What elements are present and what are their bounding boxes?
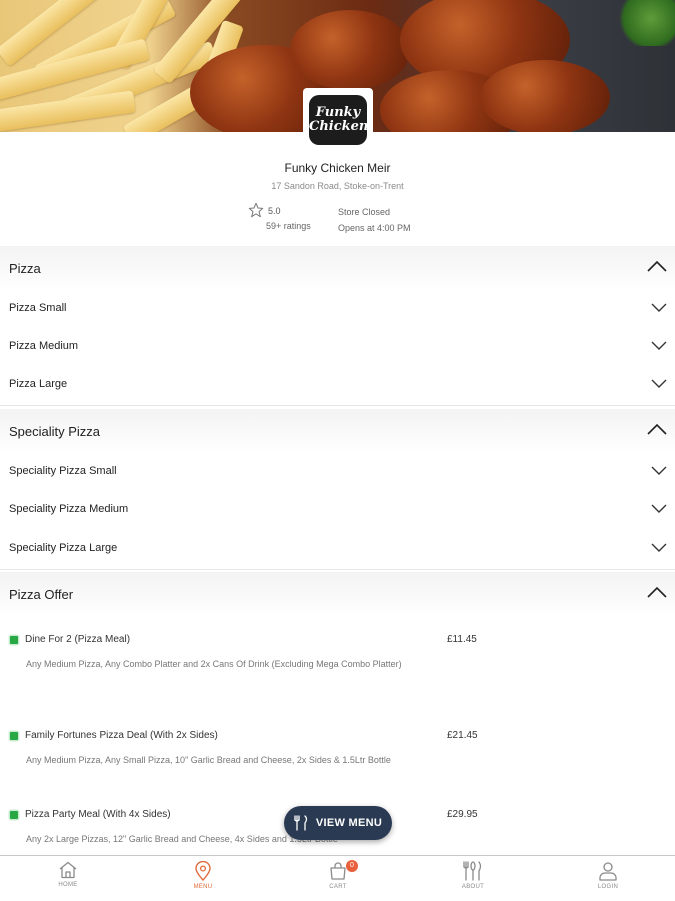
section-title: Pizza Offer [9, 587, 74, 602]
veg-indicator-icon [10, 636, 18, 644]
menu-item-description: Any Medium Pizza, Any Combo Platter and … [26, 659, 402, 669]
section-title: Pizza [9, 261, 41, 276]
section-pizza-header[interactable]: Pizza [0, 246, 675, 290]
nav-menu-label: MENU [193, 884, 213, 890]
category-speciality-pizza-small[interactable]: Speciality Pizza Small [0, 457, 675, 487]
menu-item-price: £29.95 [447, 809, 478, 820]
home-icon [59, 861, 77, 879]
cutlery-icon [294, 815, 308, 831]
veg-indicator-icon [10, 811, 18, 819]
section-title: Speciality Pizza [9, 424, 101, 439]
chevron-down-icon[interactable] [651, 466, 667, 476]
shopping-bag-icon [330, 862, 346, 880]
menu-item-name: Pizza Party Meal (With 4x Sides) [25, 809, 171, 820]
nav-menu[interactable]: MENU [173, 861, 233, 899]
category-pizza-small[interactable]: Pizza Small [0, 294, 675, 324]
store-status: Store Closed Opens at 4:00 PM [338, 204, 411, 236]
nav-home-label: HOME [58, 882, 78, 888]
nav-home[interactable]: HOME [38, 861, 98, 899]
bottom-navigation: HOME MENU 0 CART ABOUT LOGIN [0, 855, 675, 901]
chevron-up-icon[interactable] [647, 586, 667, 598]
category-label: Speciality Pizza Large [9, 542, 118, 554]
user-icon [599, 862, 617, 881]
nav-login[interactable]: LOGIN [578, 861, 638, 899]
rating-count: 59+ ratings [266, 221, 311, 231]
store-address: 17 Sandon Road, Stoke-on-Trent [271, 181, 404, 191]
nav-cart-label: CART [329, 884, 347, 890]
category-label: Pizza Small [9, 302, 67, 314]
menu-item-price: £11.45 [447, 634, 477, 645]
chevron-up-icon[interactable] [647, 260, 667, 272]
category-label: Pizza Medium [9, 340, 79, 352]
chevron-down-icon[interactable] [651, 303, 667, 313]
chevron-down-icon[interactable] [651, 504, 667, 514]
store-status-text: Store Closed [338, 207, 391, 217]
category-pizza-medium[interactable]: Pizza Medium [0, 332, 675, 362]
section-divider [0, 405, 675, 406]
cutlery-icon [463, 861, 482, 881]
nav-login-label: LOGIN [597, 884, 619, 890]
store-opening-time: Opens at 4:00 PM [338, 223, 411, 233]
nav-cart[interactable]: 0 CART [308, 860, 368, 899]
logo-text: Funky [315, 105, 361, 120]
section-pizza-offer-header[interactable]: Pizza Offer [0, 572, 675, 616]
store-name: Funky Chicken Meir [284, 161, 391, 175]
category-label: Pizza Large [9, 378, 68, 390]
category-speciality-pizza-medium[interactable]: Speciality Pizza Medium [0, 495, 675, 525]
chevron-down-icon[interactable] [651, 379, 667, 389]
star-icon [248, 202, 264, 218]
menu-item-name: Family Fortunes Pizza Deal (With 2x Side… [25, 730, 218, 741]
category-pizza-large[interactable]: Pizza Large [0, 370, 675, 400]
menu-item-name: Dine For 2 (Pizza Meal) [25, 634, 131, 645]
chevron-down-icon[interactable] [651, 341, 667, 351]
location-pin-icon [195, 861, 211, 881]
store-logo: Funky Chicken [303, 88, 373, 152]
store-rating: 5.0 59+ ratings [248, 202, 328, 232]
category-speciality-pizza-large[interactable]: Speciality Pizza Large [0, 534, 675, 564]
rating-score: 5.0 [268, 206, 281, 216]
category-label: Speciality Pizza Medium [9, 503, 129, 515]
chevron-down-icon[interactable] [651, 543, 667, 553]
section-speciality-pizza-header[interactable]: Speciality Pizza [0, 409, 675, 453]
nav-about[interactable]: ABOUT [443, 861, 503, 899]
menu-item-description: Any Medium Pizza, Any Small Pizza, 10" G… [26, 755, 391, 765]
logo-text: Chicken [309, 119, 369, 134]
cart-count-badge: 0 [346, 860, 358, 872]
nav-about-label: ABOUT [461, 884, 485, 890]
veg-indicator-icon [10, 732, 18, 740]
category-label: Speciality Pizza Small [9, 465, 117, 477]
menu-item-price: £21.45 [447, 730, 478, 741]
view-menu-button[interactable]: VIEW MENU [284, 806, 392, 840]
section-divider [0, 569, 675, 570]
chevron-up-icon[interactable] [647, 423, 667, 435]
herb-garnish [615, 0, 675, 46]
view-menu-label: VIEW MENU [315, 817, 383, 829]
